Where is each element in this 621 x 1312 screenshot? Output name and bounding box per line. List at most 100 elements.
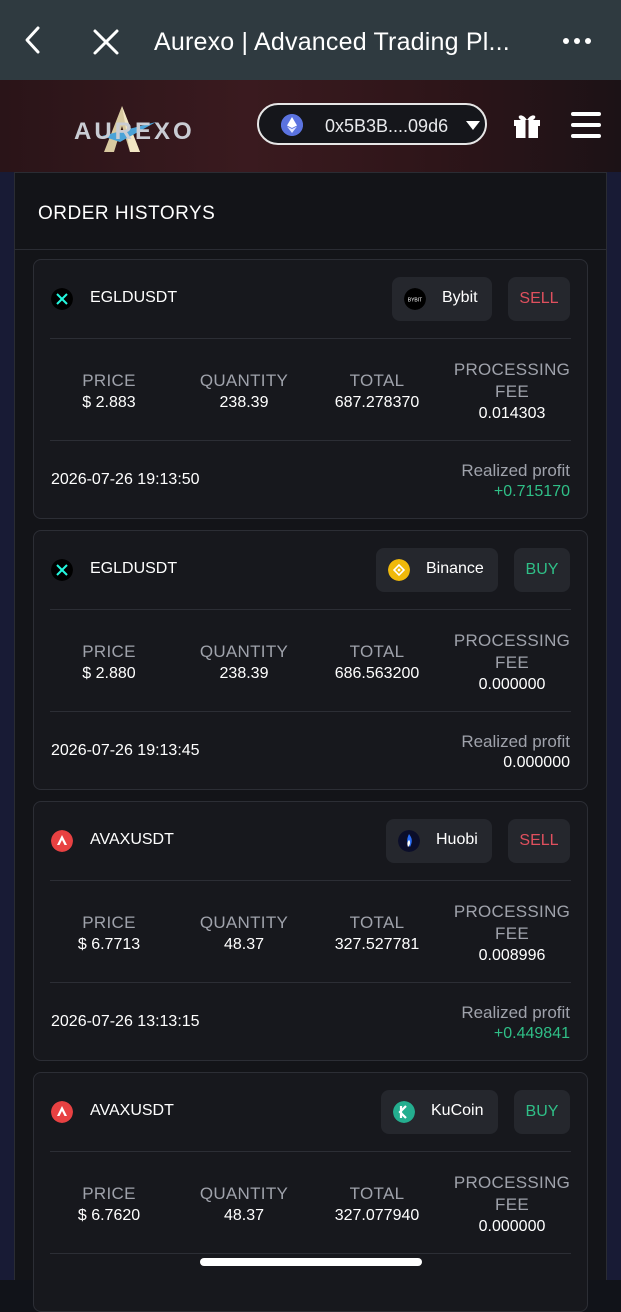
exchange-badge: KuCoin (381, 1090, 498, 1134)
realized-profit: Realized profit +0.449841 (461, 1002, 570, 1044)
page-title: Aurexo | Advanced Trading Pl... (154, 28, 510, 56)
fee-label: PROCESSING (453, 1173, 571, 1192)
total-label: TOTAL (349, 371, 405, 390)
exchange-name: Bybit (442, 289, 478, 306)
total-label: TOTAL (349, 1184, 405, 1203)
side-badge: BUY (514, 1090, 570, 1134)
total-label: TOTAL (349, 642, 405, 661)
card-divider (50, 440, 571, 441)
realized-profit-label: Realized profit (461, 1003, 570, 1022)
order-timestamp: 2026-07-26 13:13:15 (51, 1013, 200, 1030)
price-value: $ 2.883 (82, 394, 136, 411)
price-label: PRICE (82, 1184, 136, 1203)
total-stat: TOTAL 327.077940 (322, 1183, 432, 1226)
card-divider (50, 609, 571, 610)
quantity-label: QUANTITY (199, 642, 289, 661)
hamburger-menu-icon[interactable] (570, 110, 602, 140)
realized-profit-value: +0.715170 (493, 483, 570, 500)
order-timestamp: 2026-07-26 19:13:50 (51, 471, 200, 488)
panel-header: ORDER HISTORYS (15, 173, 606, 250)
price-label: PRICE (82, 642, 136, 661)
price-stat: PRICE $ 6.7620 (69, 1183, 149, 1226)
panel-title: ORDER HISTORYS (38, 203, 216, 224)
close-icon[interactable] (90, 26, 122, 58)
browser-toolbar: Aurexo | Advanced Trading Pl... (0, 0, 621, 80)
fee-stat: PROCESSING FEE 0.014303 (452, 359, 572, 424)
binance-icon (388, 559, 410, 581)
exchange-badge: BYBIT Bybit (392, 277, 492, 321)
exchange-badge: Huobi (386, 819, 492, 863)
quantity-stat: QUANTITY 238.39 (189, 641, 299, 684)
trading-pair: EGLDUSDT (90, 289, 178, 306)
order-card[interactable]: AVAXUSDT Huobi SELL PRICE $ 6.7713 QUANT… (33, 801, 588, 1061)
quantity-stat: QUANTITY 48.37 (189, 1183, 299, 1226)
fee-value: 0.008996 (478, 947, 546, 964)
realized-profit-value: +0.449841 (493, 1025, 570, 1042)
realized-profit: Realized profit 0.000000 (461, 731, 570, 773)
fee-stat: PROCESSING FEE 0.008996 (452, 901, 572, 966)
egld-coin-icon (51, 288, 73, 310)
exchange-name: KuCoin (431, 1102, 484, 1119)
order-card[interactable]: EGLDUSDT BYBIT Bybit SELL PRICE $ 2.883 … (33, 259, 588, 519)
trading-pair: AVAXUSDT (90, 831, 174, 848)
page-gutter-right (607, 172, 621, 1280)
price-stat: PRICE $ 6.7713 (69, 912, 149, 955)
exchange-badge: Binance (376, 548, 498, 592)
total-stat: TOTAL 327.527781 (322, 912, 432, 955)
card-divider (50, 982, 571, 983)
fee-value: 0.000000 (478, 1218, 546, 1235)
total-value: 687.278370 (334, 394, 420, 411)
card-divider (50, 711, 571, 712)
avax-coin-icon (51, 1101, 73, 1123)
card-divider (50, 338, 571, 339)
gift-icon[interactable] (512, 110, 542, 140)
price-label: PRICE (82, 371, 136, 390)
realized-profit-label: Realized profit (461, 732, 570, 751)
wallet-selector[interactable]: 0x5B3B....09d6 (257, 103, 487, 145)
price-stat: PRICE $ 2.880 (69, 641, 149, 684)
total-value: 327.077940 (334, 1207, 420, 1224)
svg-text:BYBIT: BYBIT (408, 298, 422, 304)
total-value: 327.527781 (334, 936, 420, 953)
total-value: 686.563200 (334, 665, 420, 682)
price-value: $ 6.7713 (77, 936, 141, 953)
back-arrow-icon[interactable] (18, 24, 50, 56)
total-stat: TOTAL 687.278370 (322, 370, 432, 413)
quantity-value: 48.37 (223, 936, 265, 953)
egld-coin-icon (51, 559, 73, 581)
bybit-icon: BYBIT (404, 288, 426, 310)
home-indicator (200, 1258, 422, 1266)
realized-profit-value: 0.000000 (503, 754, 570, 771)
fee-label-line2: FEE (495, 1195, 529, 1214)
more-icon[interactable] (562, 36, 592, 46)
fee-label: PROCESSING (453, 902, 571, 921)
price-label: PRICE (82, 913, 136, 932)
fee-label: PROCESSING (453, 360, 571, 379)
fee-value: 0.014303 (478, 405, 546, 422)
total-label: TOTAL (349, 913, 405, 932)
card-divider (50, 1253, 571, 1254)
huobi-icon (398, 830, 420, 852)
side-badge: BUY (514, 548, 570, 592)
brand-name: AUREXO (74, 118, 195, 145)
card-divider (50, 880, 571, 881)
quantity-stat: QUANTITY 238.39 (189, 370, 299, 413)
ethereum-icon (281, 114, 303, 136)
order-card[interactable]: EGLDUSDT Binance BUY PRICE $ 2.880 QUANT… (33, 530, 588, 790)
price-value: $ 2.880 (82, 665, 136, 682)
quantity-value: 48.37 (223, 1207, 265, 1224)
side-badge: SELL (508, 277, 570, 321)
card-divider (50, 1151, 571, 1152)
side-badge: SELL (508, 819, 570, 863)
exchange-name: Huobi (436, 831, 478, 848)
fee-label-line2: FEE (495, 382, 529, 401)
price-value: $ 6.7620 (77, 1207, 141, 1224)
fee-stat: PROCESSING FEE 0.000000 (452, 1172, 572, 1237)
wallet-address: 0x5B3B....09d6 (325, 116, 449, 136)
order-card[interactable]: AVAXUSDT KuCoin BUY PRICE $ 6.7620 QUANT… (33, 1072, 588, 1312)
quantity-label: QUANTITY (199, 371, 289, 390)
avax-coin-icon (51, 830, 73, 852)
fee-label-line2: FEE (495, 924, 529, 943)
quantity-label: QUANTITY (199, 1184, 289, 1203)
fee-value: 0.000000 (478, 676, 546, 693)
